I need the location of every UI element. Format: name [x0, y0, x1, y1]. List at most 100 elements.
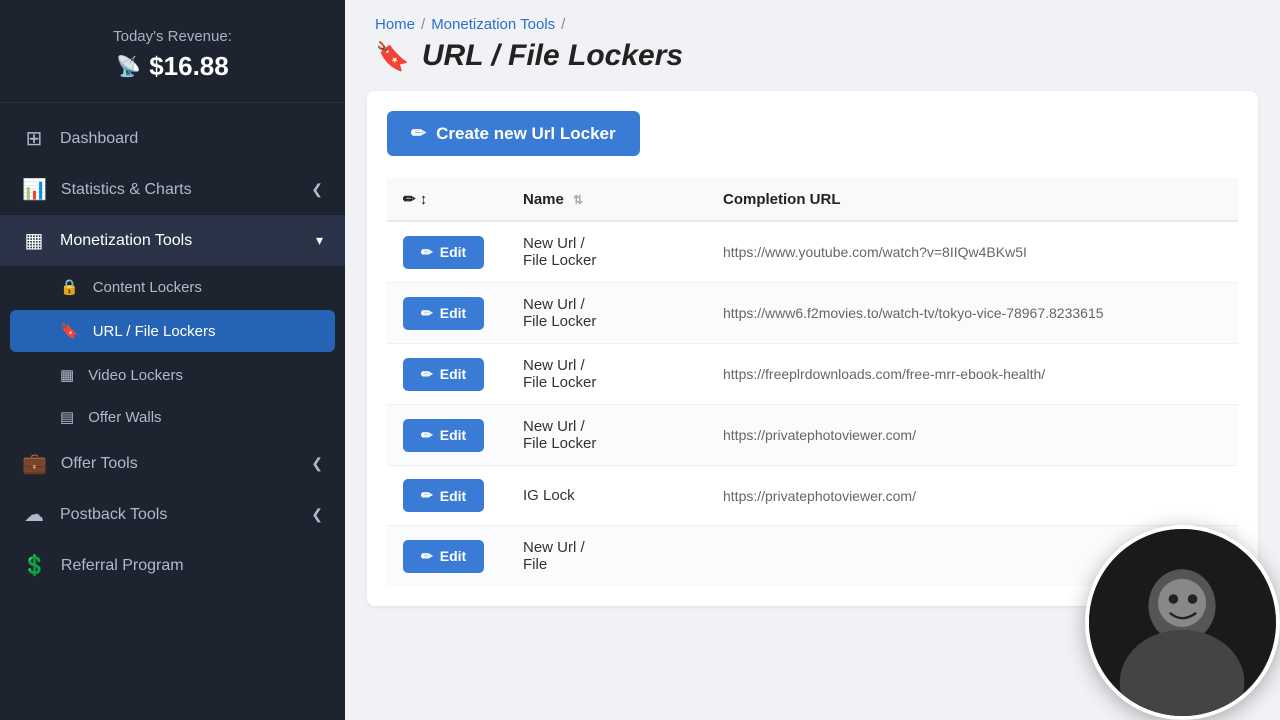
- edit-label: Edit: [440, 244, 466, 260]
- edit-icon: ✏: [421, 366, 433, 383]
- table-cell-action: ✏ Edit: [387, 344, 507, 405]
- statistics-chevron: ❮: [311, 181, 323, 198]
- edit-button-4[interactable]: ✏ Edit: [403, 419, 484, 452]
- edit-icon: ✏: [421, 244, 433, 261]
- sidebar-item-dashboard-label: Dashboard: [60, 130, 138, 148]
- webcam-overlay: [1085, 525, 1280, 720]
- sidebar-item-referral[interactable]: 💲 Referral Program: [0, 540, 345, 591]
- sidebar-item-statistics-label: Statistics & Charts: [61, 181, 192, 199]
- nav-section: ⊞ Dashboard 📊 Statistics & Charts ❮ ▦ Mo…: [0, 103, 345, 601]
- edit-button-5[interactable]: ✏ Edit: [403, 479, 484, 512]
- sidebar-item-offer-tools[interactable]: 💼 Offer Tools ❮: [0, 438, 345, 489]
- table-cell-name: New Url / File Locker: [507, 344, 707, 405]
- sidebar-item-postback-tools-label: Postback Tools: [60, 506, 167, 524]
- table-cell-name: New Url / File: [507, 526, 707, 587]
- statistics-icon: 📊: [22, 177, 47, 202]
- table-row: ✏ Edit New Url / File Lockerhttps://freepl…: [387, 344, 1238, 405]
- edit-label: Edit: [440, 488, 466, 504]
- create-url-locker-button[interactable]: ✏ Create new Url Locker: [387, 111, 640, 156]
- table-cell-url: https://privatephotoviewer.com/: [707, 405, 1238, 466]
- edit-label: Edit: [440, 548, 466, 564]
- url-lockers-icon: 🔖: [60, 322, 79, 340]
- edit-button-1[interactable]: ✏ Edit: [403, 236, 484, 269]
- page-title-row: 🔖 URL / File Lockers: [345, 33, 1280, 91]
- sidebar-item-content-lockers-label: Content Lockers: [93, 279, 202, 296]
- revenue-amount: 📡 $16.88: [20, 51, 325, 82]
- table-cell-action: ✏ Edit: [387, 283, 507, 344]
- th-name[interactable]: Name ⇅: [507, 178, 707, 221]
- sidebar-item-url-file-lockers-label: URL / File Lockers: [93, 323, 216, 340]
- video-lockers-icon: ▦: [60, 366, 74, 384]
- sidebar-item-postback-tools[interactable]: ☁ Postback Tools ❮: [0, 489, 345, 540]
- create-btn-label: Create new Url Locker: [436, 124, 616, 144]
- sidebar-item-referral-label: Referral Program: [61, 557, 184, 575]
- url-lockers-table: ✏ ↕ Name ⇅ Completion URL ✏ Edit New Url /…: [387, 178, 1238, 586]
- sidebar-item-video-lockers[interactable]: ▦ Video Lockers: [0, 354, 345, 396]
- edit-button-6[interactable]: ✏ Edit: [403, 540, 484, 573]
- edit-icon: ✏: [421, 427, 433, 444]
- offer-tools-icon: 💼: [22, 451, 47, 476]
- edit-button-2[interactable]: ✏ Edit: [403, 297, 484, 330]
- table-row: ✏ Edit New Url / File Lockerhttps://privat…: [387, 405, 1238, 466]
- table-cell-action: ✏ Edit: [387, 526, 507, 587]
- th-action[interactable]: ✏ ↕: [387, 178, 507, 221]
- edit-icon: ✏: [421, 487, 433, 504]
- webcam-placeholder: [1089, 529, 1276, 716]
- sidebar-item-offer-tools-label: Offer Tools: [61, 455, 138, 473]
- edit-label: Edit: [440, 366, 466, 382]
- content-area: ✏ Create new Url Locker ✏ ↕ Name ⇅: [367, 91, 1258, 606]
- content-lockers-icon: 🔒: [60, 278, 79, 296]
- edit-button-3[interactable]: ✏ Edit: [403, 358, 484, 391]
- breadcrumb-home[interactable]: Home: [375, 16, 415, 33]
- table-cell-action: ✏ Edit: [387, 405, 507, 466]
- table-cell-action: ✏ Edit: [387, 221, 507, 283]
- table-cell-name: IG Lock: [507, 466, 707, 526]
- revenue-icon: 📡: [116, 54, 141, 79]
- monetization-chevron: ▾: [316, 232, 323, 249]
- table-cell-action: ✏ Edit: [387, 466, 507, 526]
- table-row: ✏EditNew Url / File Lockerhttps://www6.f…: [387, 283, 1238, 344]
- table-cell-name: New Url / File Locker: [507, 221, 707, 283]
- breadcrumb-parent[interactable]: Monetization Tools: [431, 16, 555, 33]
- offer-tools-chevron: ❮: [311, 455, 323, 472]
- page-title-icon: 🔖: [375, 40, 410, 73]
- table-cell-url: https://www.youtube.com/watch?v=8IIQw4BK…: [707, 221, 1238, 283]
- table-cell-name: New Url / File Locker: [507, 405, 707, 466]
- sidebar-item-url-file-lockers[interactable]: 🔖 URL / File Lockers: [10, 310, 335, 352]
- sidebar-item-offer-walls[interactable]: ▤ Offer Walls: [0, 396, 345, 438]
- table-cell-url: https://www6.f2movies.to/watch-tv/tokyo-…: [707, 283, 1238, 344]
- sidebar-item-offer-walls-label: Offer Walls: [88, 409, 161, 426]
- sidebar-item-content-lockers[interactable]: 🔒 Content Lockers: [0, 266, 345, 308]
- referral-icon: 💲: [22, 553, 47, 578]
- offer-walls-icon: ▤: [60, 408, 74, 426]
- edit-icon: ✏: [421, 305, 433, 322]
- monetization-icon: ▦: [22, 228, 46, 253]
- edit-label: Edit: [440, 305, 466, 321]
- th-url[interactable]: Completion URL: [707, 178, 1238, 221]
- table-cell-url: https://freeplrdownloads.com/free-mrr-eb…: [707, 344, 1238, 405]
- sidebar-item-monetization[interactable]: ▦ Monetization Tools ▾: [0, 215, 345, 266]
- revenue-label: Today's Revenue:: [20, 28, 325, 45]
- breadcrumb: Home / Monetization Tools /: [345, 0, 1280, 33]
- sidebar-item-monetization-label: Monetization Tools: [60, 232, 192, 250]
- revenue-value: $16.88: [149, 51, 229, 82]
- dashboard-icon: ⊞: [22, 126, 46, 151]
- sidebar-item-dashboard[interactable]: ⊞ Dashboard: [0, 113, 345, 164]
- revenue-section: Today's Revenue: 📡 $16.88: [0, 0, 345, 103]
- breadcrumb-sep1: /: [421, 16, 425, 33]
- sidebar: Today's Revenue: 📡 $16.88 ⊞ Dashboard 📊 …: [0, 0, 345, 720]
- sidebar-item-statistics[interactable]: 📊 Statistics & Charts ❮: [0, 164, 345, 215]
- edit-label: Edit: [440, 427, 466, 443]
- table-header-row: ✏ ↕ Name ⇅ Completion URL: [387, 178, 1238, 221]
- create-btn-icon: ✏: [411, 123, 426, 144]
- sidebar-item-video-lockers-label: Video Lockers: [88, 367, 183, 384]
- th-name-label: Name: [523, 191, 564, 208]
- edit-icon: ✏: [421, 548, 433, 565]
- page-title: URL / File Lockers: [422, 39, 683, 73]
- th-url-label: Completion URL: [723, 191, 841, 208]
- table-row: ✏ Edit IG Lockhttps://privatephotoviewer.c…: [387, 466, 1238, 526]
- th-action-icon: ✏ ↕: [403, 191, 427, 208]
- postback-tools-chevron: ❮: [311, 506, 323, 523]
- table-cell-url: https://privatephotoviewer.com/: [707, 466, 1238, 526]
- th-name-sort: ⇅: [573, 193, 583, 207]
